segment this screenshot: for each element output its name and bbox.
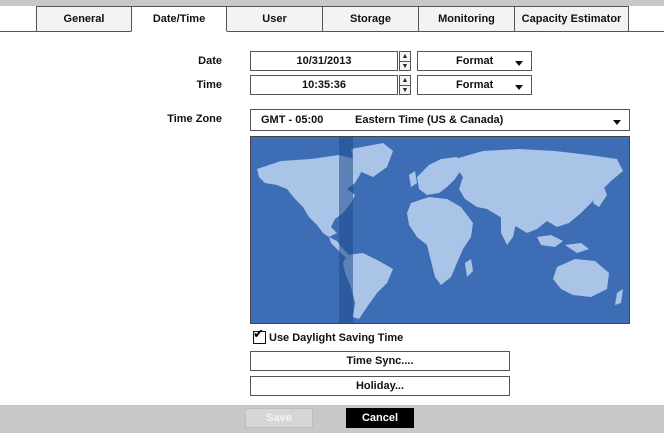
time-label: Time bbox=[196, 79, 222, 91]
time-format-value: Format bbox=[456, 79, 494, 91]
spin-down-icon[interactable]: ▼ bbox=[400, 85, 410, 95]
date-format-select[interactable]: Format bbox=[417, 51, 532, 71]
chevron-down-icon bbox=[515, 61, 523, 66]
tab-divider bbox=[0, 31, 664, 32]
date-format-value: Format bbox=[456, 55, 494, 67]
spin-up-icon[interactable]: ▲ bbox=[400, 52, 410, 61]
tab-monitoring[interactable]: Monitoring bbox=[418, 6, 515, 32]
checkbox-box[interactable]: ✔ bbox=[253, 327, 266, 344]
tab-date-time[interactable]: Date/Time bbox=[131, 6, 227, 32]
holiday-button[interactable]: Holiday... bbox=[250, 376, 510, 396]
cancel-button[interactable]: Cancel bbox=[346, 408, 414, 428]
tab-storage[interactable]: Storage bbox=[322, 6, 419, 32]
date-field[interactable]: 10/31/2013 bbox=[250, 51, 398, 71]
timezone-map[interactable] bbox=[250, 136, 630, 324]
footer-bar bbox=[0, 405, 664, 433]
spin-up-icon[interactable]: ▲ bbox=[400, 76, 410, 85]
timezone-select[interactable]: GMT - 05:00 Eastern Time (US & Canada) bbox=[250, 109, 630, 131]
tab-general[interactable]: General bbox=[36, 6, 132, 32]
world-map-icon bbox=[251, 137, 629, 323]
tab-bar: General Date/Time User Storage Monitorin… bbox=[36, 6, 629, 32]
timezone-name: Eastern Time (US & Canada) bbox=[355, 114, 504, 126]
time-spinner[interactable]: ▲ ▼ bbox=[399, 75, 411, 95]
timezone-offset: GMT - 05:00 bbox=[261, 114, 324, 126]
timezone-highlight-band bbox=[339, 137, 353, 323]
time-sync-button[interactable]: Time Sync.... bbox=[250, 351, 510, 371]
dst-checkbox[interactable]: ✔ Use Daylight Saving Time bbox=[253, 327, 404, 344]
save-button[interactable]: Save bbox=[245, 408, 313, 428]
checkmark-icon: ✔ bbox=[253, 326, 264, 341]
chevron-down-icon bbox=[515, 85, 523, 90]
dst-label: Use Daylight Saving Time bbox=[269, 331, 404, 344]
timezone-label: Time Zone bbox=[167, 113, 222, 125]
time-field[interactable]: 10:35:36 bbox=[250, 75, 398, 95]
date-label: Date bbox=[198, 55, 222, 67]
tab-user[interactable]: User bbox=[226, 6, 323, 32]
date-spinner[interactable]: ▲ ▼ bbox=[399, 51, 411, 71]
tab-capacity-estimator[interactable]: Capacity Estimator bbox=[514, 6, 629, 32]
chevron-down-icon bbox=[613, 120, 621, 125]
spin-down-icon[interactable]: ▼ bbox=[400, 61, 410, 71]
time-format-select[interactable]: Format bbox=[417, 75, 532, 95]
